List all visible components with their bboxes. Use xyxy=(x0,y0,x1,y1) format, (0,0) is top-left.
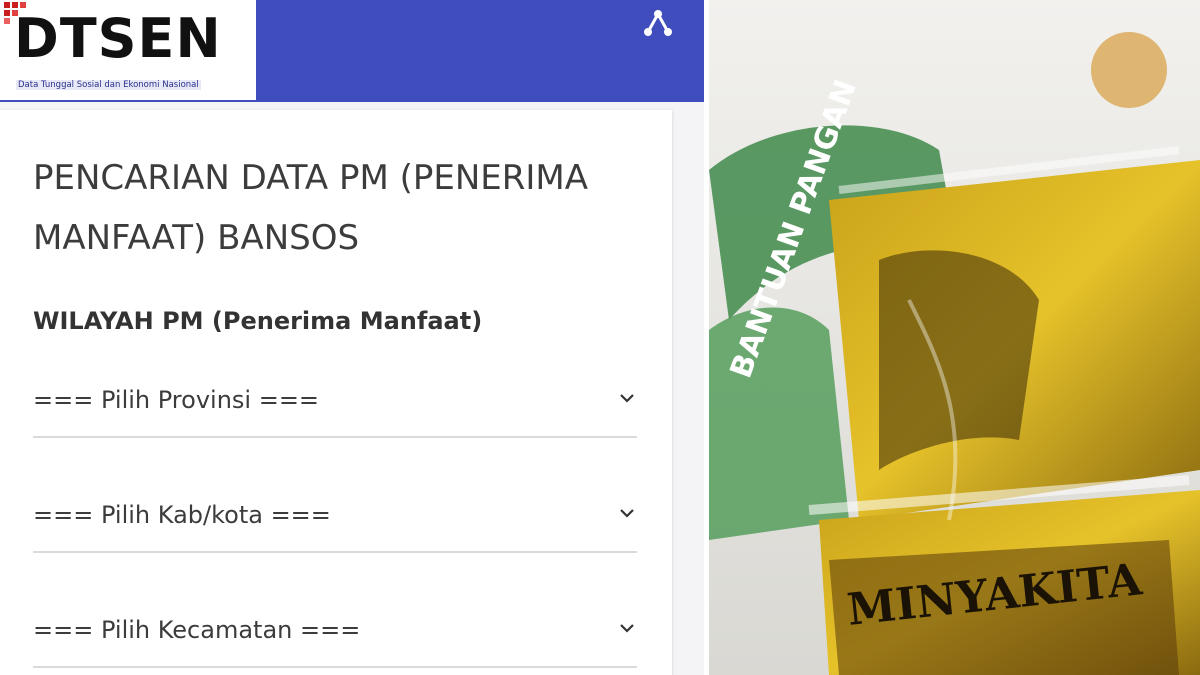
chevron-down-icon xyxy=(620,394,634,403)
district-select-value: === Pilih Kecamatan === xyxy=(33,616,361,644)
chevron-down-icon xyxy=(620,509,634,518)
logo-subtitle: Data Tunggal Sosial dan Ekonomi Nasional xyxy=(16,80,201,90)
chevron-down-icon xyxy=(620,624,634,633)
cooking-oil-photo: BANTUAN PANGAN MINYAKITA xyxy=(709,0,1200,675)
province-select[interactable]: === Pilih Provinsi === xyxy=(33,378,637,438)
scrollbar-track[interactable] xyxy=(686,102,704,675)
province-select-value: === Pilih Provinsi === xyxy=(33,386,320,414)
logo: DTSEN Data Tunggal Sosial dan Ekonomi Na… xyxy=(0,0,256,100)
app-screenshot-panel: DTSEN Data Tunggal Sosial dan Ekonomi Na… xyxy=(0,0,704,675)
logo-text: DTSEN xyxy=(14,7,222,70)
city-select[interactable]: === Pilih Kab/kota === xyxy=(33,493,637,553)
product-photo: BANTUAN PANGAN MINYAKITA xyxy=(709,0,1200,675)
district-select[interactable]: === Pilih Kecamatan === xyxy=(33,608,637,668)
section-heading: WILAYAH PM (Penerima Manfaat) xyxy=(33,307,483,335)
page-title: PENCARIAN DATA PM (PENERIMA MANFAAT) BAN… xyxy=(33,158,589,258)
share-icon[interactable] xyxy=(640,6,676,38)
city-select-value: === Pilih Kab/kota === xyxy=(33,501,331,529)
app-header: DTSEN Data Tunggal Sosial dan Ekonomi Na… xyxy=(0,0,704,102)
